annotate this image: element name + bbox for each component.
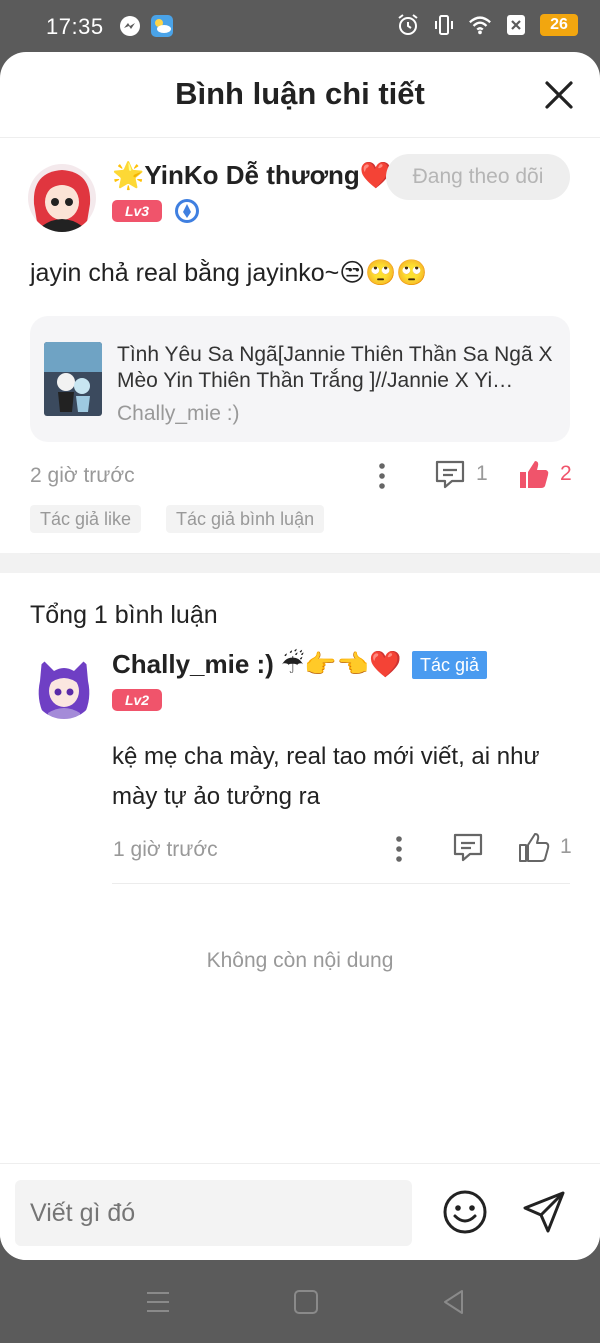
more-vertical-icon (396, 836, 402, 862)
more-options-button[interactable] (389, 834, 409, 864)
square-icon (294, 1290, 318, 1314)
more-vertical-icon (379, 463, 385, 489)
author-liked-tag: Tác giả like (30, 505, 142, 533)
avatar[interactable] (32, 655, 96, 719)
comment-count: 1 (476, 462, 488, 485)
comment-detail-sheet: Bình luận chi tiết 🌟YinKo Dễ thương❤️ Lv… (0, 52, 600, 1260)
wifi-icon (468, 13, 492, 37)
vibrate-icon (432, 13, 456, 37)
battery-level: 26 (540, 14, 578, 36)
reply-button[interactable] (452, 831, 484, 863)
replies-section: Tổng 1 bình luận Chally_mie :) ☔👉👈❤️ Tác… (0, 573, 600, 1168)
sheet-header: Bình luận chi tiết (0, 52, 600, 138)
send-icon (523, 1191, 565, 1233)
author-commented-tag: Tác giả bình luận (166, 505, 325, 533)
weather-icon (150, 14, 174, 38)
like-button[interactable]: 2 (518, 458, 572, 490)
smiley-icon (443, 1190, 487, 1234)
messenger-icon (118, 14, 142, 38)
work-author: Chally_mie :) (117, 402, 240, 425)
rank-icon (174, 198, 200, 224)
page-title: Bình luận chi tiết (175, 76, 425, 111)
status-bar: 17:35 26 (0, 0, 600, 52)
avatar[interactable] (28, 164, 96, 232)
level-badge: Lv3 (112, 200, 162, 222)
linked-work-card[interactable]: Tình Yêu Sa Ngã[Jannie Thiên Thần Sa Ngã… (30, 316, 570, 442)
comment-input-bar (0, 1163, 600, 1260)
like-count: 2 (560, 462, 572, 485)
level-badge: Lv2 (112, 689, 162, 711)
like-count: 1 (560, 835, 572, 858)
work-thumbnail (44, 342, 102, 416)
post-text: jayin chả real bằng jayinko~😒🙄🙄 (30, 259, 428, 287)
section-separator (0, 553, 600, 573)
thumbs-up-filled-icon (520, 461, 549, 488)
total-comments-label: Tổng 1 bình luận (30, 601, 218, 629)
comment-icon (453, 833, 483, 862)
work-title: Tình Yêu Sa Ngã[Jannie Thiên Thần Sa Ngã… (117, 343, 553, 392)
menu-nav-button[interactable] (144, 1288, 172, 1316)
home-nav-button[interactable] (292, 1288, 320, 1316)
post-username[interactable]: 🌟YinKo Dễ thương❤️ (112, 160, 392, 191)
close-button[interactable] (542, 78, 576, 112)
divider (30, 553, 570, 554)
reply-button[interactable]: 1 (434, 458, 488, 490)
send-button[interactable] (522, 1190, 566, 1234)
author-badge: Tác giả (412, 651, 488, 679)
thumbs-up-icon (519, 833, 550, 862)
comment-username[interactable]: Chally_mie :) ☔👉👈❤️ (112, 649, 401, 680)
original-comment: 🌟YinKo Dễ thương❤️ Lv3 Đang theo dõi jay… (0, 138, 600, 554)
comment-input[interactable] (15, 1180, 412, 1246)
back-triangle-icon (444, 1290, 463, 1314)
comment-text: kệ mẹ cha mày, real tao mới viết, ai như… (112, 743, 540, 810)
more-options-button[interactable] (372, 461, 392, 491)
close-icon (545, 81, 573, 109)
post-timestamp: 2 giờ trước (30, 464, 135, 487)
system-nav-bar (0, 1260, 600, 1343)
comment-timestamp: 1 giờ trước (113, 838, 218, 861)
comment-icon (435, 460, 465, 489)
sim-off-icon (504, 13, 528, 37)
following-button[interactable]: Đang theo dõi (386, 154, 570, 200)
menu-icon (147, 1292, 169, 1312)
alarm-icon (396, 13, 420, 37)
end-of-list-label: Không còn nội dung (206, 949, 394, 972)
like-button[interactable]: 1 (518, 831, 572, 863)
back-nav-button[interactable] (440, 1288, 468, 1316)
status-time: 17:35 (46, 14, 104, 39)
emoji-button[interactable] (442, 1189, 488, 1235)
divider (112, 883, 570, 884)
